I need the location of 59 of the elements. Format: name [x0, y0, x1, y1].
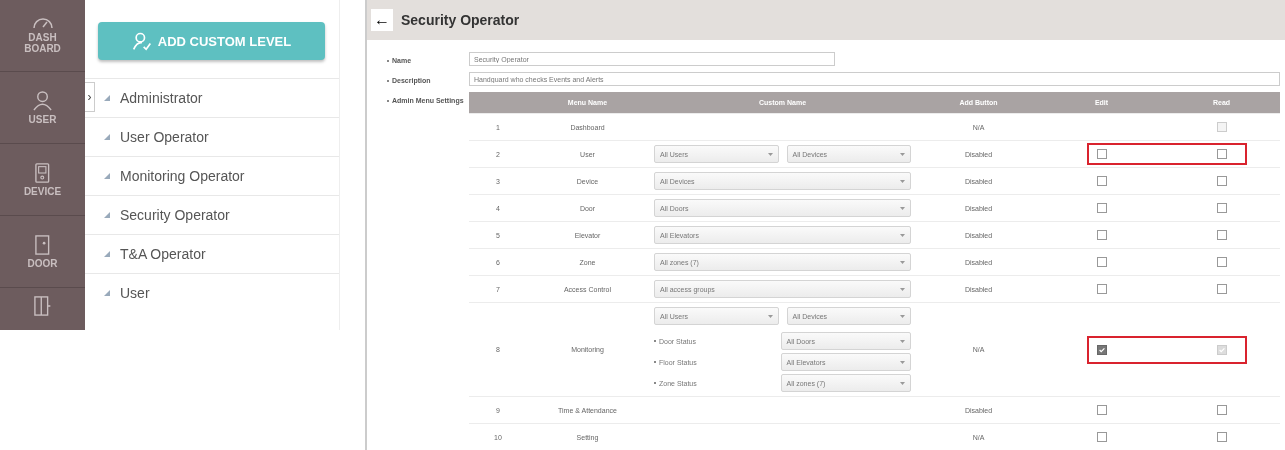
caret-icon — [900, 179, 905, 183]
nav-item[interactable]: DOOR — [0, 216, 85, 288]
level-label: Monitoring Operator — [120, 168, 245, 184]
nav-item[interactable]: DASH BOARD — [0, 0, 85, 72]
level-label: Security Operator — [120, 207, 230, 223]
triangle-icon — [104, 290, 110, 296]
triangle-icon — [104, 134, 110, 140]
checkbox[interactable] — [1096, 257, 1107, 267]
checkbox[interactable] — [1216, 257, 1227, 267]
caret-icon — [900, 260, 905, 264]
caret-icon — [900, 233, 905, 237]
checkbox[interactable] — [1216, 176, 1227, 186]
expand-toggle[interactable]: › — [85, 82, 95, 112]
checkbox[interactable] — [1216, 405, 1227, 415]
nav-item[interactable]: DEVICE — [0, 144, 85, 216]
level-item[interactable]: T&A Operator — [85, 234, 339, 273]
level-label: User Operator — [120, 129, 209, 145]
checkbox[interactable] — [1216, 432, 1227, 442]
checkbox[interactable] — [1216, 203, 1227, 213]
level-item[interactable]: User Operator — [85, 117, 339, 156]
caret-icon — [900, 206, 905, 210]
triangle-icon — [104, 251, 110, 257]
checkbox[interactable] — [1216, 149, 1227, 159]
door-exit-icon — [33, 296, 52, 316]
caret-icon — [767, 152, 773, 156]
caret-icon — [900, 314, 905, 318]
gauge-icon — [32, 17, 53, 29]
device-icon — [35, 162, 50, 183]
caret-icon — [900, 339, 905, 343]
level-item[interactable]: Security Operator — [85, 195, 339, 234]
triangle-icon — [104, 212, 110, 218]
checkbox[interactable] — [1216, 230, 1227, 240]
checkbox[interactable] — [1096, 149, 1107, 159]
page-title: Security Operator — [401, 12, 520, 28]
level-label: Administrator — [120, 90, 203, 106]
level-item[interactable]: Monitoring Operator — [85, 156, 339, 195]
level-label: User — [120, 285, 150, 301]
back-button[interactable]: ← — [371, 9, 393, 31]
caret-icon — [900, 360, 905, 364]
caret-icon — [900, 287, 905, 291]
caret-icon — [900, 152, 905, 156]
checkbox[interactable] — [1096, 405, 1107, 415]
checkbox[interactable] — [1096, 432, 1107, 442]
caret-icon — [900, 381, 905, 385]
level-item[interactable]: › Administrator — [85, 78, 339, 117]
checkbox[interactable] — [1216, 284, 1227, 294]
door-icon — [35, 234, 50, 255]
checkbox[interactable] — [1096, 203, 1107, 213]
caret-icon — [767, 314, 773, 318]
triangle-icon — [104, 173, 110, 179]
checkbox[interactable] — [1096, 230, 1107, 240]
level-item[interactable]: User — [85, 273, 339, 312]
checkbox[interactable] — [1096, 176, 1107, 186]
user-check-icon — [131, 31, 152, 51]
triangle-icon — [104, 95, 110, 101]
user-icon — [32, 90, 52, 111]
checkbox[interactable] — [1096, 284, 1107, 294]
level-label: T&A Operator — [120, 246, 206, 262]
checkbox[interactable] — [1096, 344, 1107, 355]
